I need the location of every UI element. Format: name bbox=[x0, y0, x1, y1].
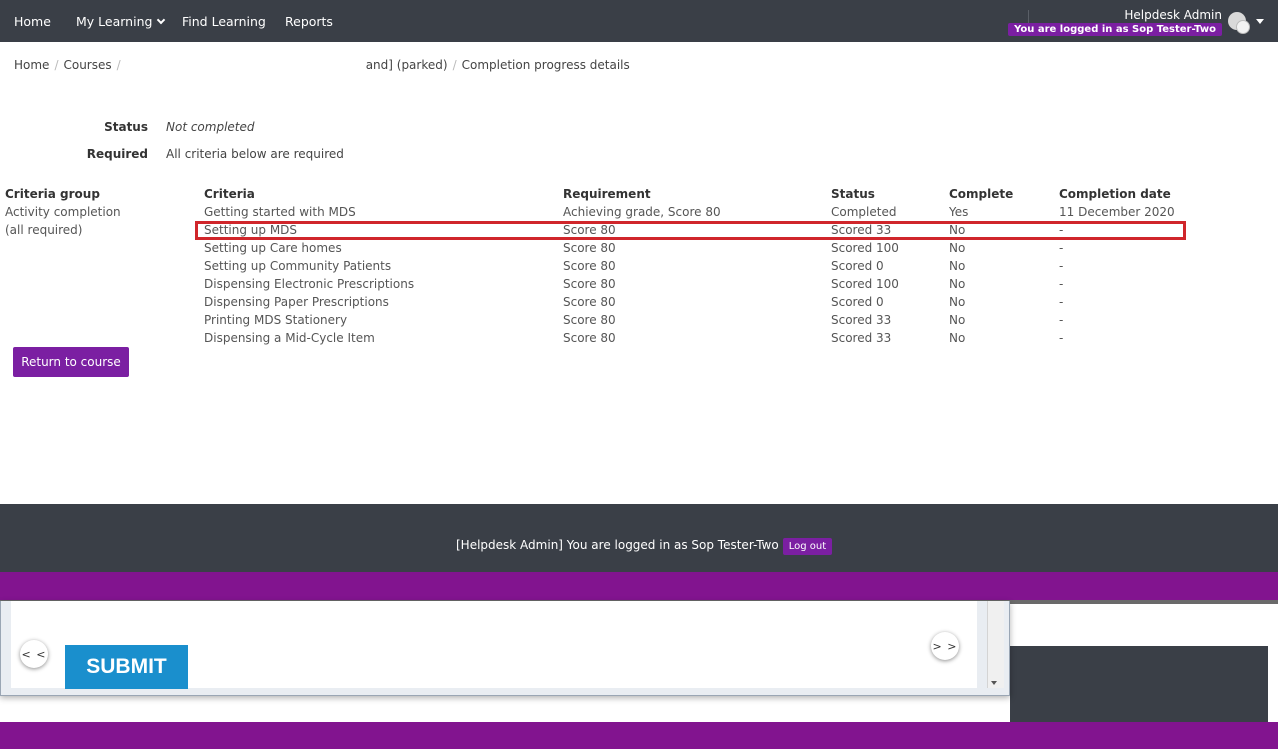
cell-criteria[interactable]: Setting up Care homes bbox=[204, 241, 342, 255]
cell-completion-date: 11 December 2020 bbox=[1059, 205, 1175, 219]
status-value: Not completed bbox=[166, 120, 255, 134]
header-criteria-group: Criteria group bbox=[5, 187, 100, 201]
cell-criteria[interactable]: Dispensing a Mid-Cycle Item bbox=[204, 331, 375, 345]
user-name[interactable]: Helpdesk Admin bbox=[1124, 8, 1222, 22]
chevron-down-icon bbox=[157, 15, 166, 25]
cell-requirement: Score 80 bbox=[563, 259, 616, 273]
cell-criteria[interactable]: Printing MDS Stationery bbox=[204, 313, 347, 327]
required-label: Required bbox=[86, 147, 148, 161]
cell-requirement: Score 80 bbox=[563, 277, 616, 291]
nav-my-learning[interactable]: My Learning bbox=[76, 14, 166, 29]
header-requirement: Requirement bbox=[563, 187, 651, 201]
caret-down-icon[interactable] bbox=[1256, 19, 1264, 24]
cell-status: Completed bbox=[831, 205, 897, 219]
cell-requirement: Score 80 bbox=[563, 295, 616, 309]
cell-completion-date: - bbox=[1059, 295, 1064, 309]
footer-text: [Helpdesk Admin] You are logged in as So… bbox=[456, 538, 779, 552]
cell-criteria[interactable]: Dispensing Electronic Prescriptions bbox=[204, 277, 414, 291]
cell-complete: No bbox=[949, 259, 966, 273]
cell-requirement: Score 80 bbox=[563, 241, 616, 255]
cell-complete: No bbox=[949, 331, 966, 345]
nav-home[interactable]: Home bbox=[14, 14, 51, 29]
scroll-down-arrow-icon[interactable] bbox=[991, 681, 997, 685]
header-criteria: Criteria bbox=[204, 187, 255, 201]
submit-button[interactable]: SUBMIT bbox=[65, 645, 188, 689]
cell-requirement: Score 80 bbox=[563, 331, 616, 345]
avatar[interactable] bbox=[1228, 12, 1250, 34]
cell-completion-date: - bbox=[1059, 241, 1064, 255]
criteria-group-name: Activity completion bbox=[5, 205, 121, 219]
breadcrumb-home[interactable]: Home bbox=[14, 58, 49, 72]
breadcrumb-separator: / bbox=[116, 58, 121, 72]
return-to-course-button[interactable]: Return to course bbox=[13, 347, 129, 377]
highlight-box bbox=[195, 221, 1186, 240]
background-footer-fragment bbox=[1010, 646, 1268, 722]
breadcrumb: Home / Courses / and] (parked) / Completion pr… bbox=[14, 58, 630, 72]
cell-completion-date: - bbox=[1059, 259, 1064, 273]
cell-complete: No bbox=[949, 277, 966, 291]
next-button[interactable]: > > bbox=[931, 632, 959, 660]
previous-button[interactable]: < < bbox=[20, 640, 48, 668]
cell-requirement: Score 80 bbox=[563, 313, 616, 327]
cell-complete: Yes bbox=[949, 205, 969, 219]
cell-criteria[interactable]: Setting up Community Patients bbox=[204, 259, 391, 273]
header-complete: Complete bbox=[949, 187, 1014, 201]
cell-status: Scored 33 bbox=[831, 331, 892, 345]
breadcrumb-separator: / bbox=[452, 58, 457, 72]
cell-status: Scored 0 bbox=[831, 295, 884, 309]
required-value: All criteria below are required bbox=[166, 147, 344, 161]
breadcrumb-current: Completion progress details bbox=[461, 58, 630, 72]
nav-my-learning-label: My Learning bbox=[76, 14, 153, 29]
status-label: Status bbox=[104, 120, 148, 134]
cell-complete: No bbox=[949, 295, 966, 309]
cell-criteria[interactable]: Dispensing Paper Prescriptions bbox=[204, 295, 389, 309]
cell-status: Scored 100 bbox=[831, 277, 899, 291]
logout-button[interactable]: Log out bbox=[782, 538, 833, 555]
top-navbar: Home My Learning Find Learning Reports H… bbox=[0, 0, 1278, 42]
header-status: Status bbox=[831, 187, 875, 201]
header-completion-date: Completion date bbox=[1059, 187, 1171, 201]
criteria-group-note: (all required) bbox=[5, 223, 83, 237]
cell-completion-date: - bbox=[1059, 331, 1064, 345]
purple-band-bottom bbox=[0, 722, 1278, 749]
footer-login-info: [Helpdesk Admin] You are logged in as So… bbox=[456, 538, 833, 555]
cell-criteria[interactable]: Getting started with MDS bbox=[204, 205, 356, 219]
cell-complete: No bbox=[949, 313, 966, 327]
nav-reports[interactable]: Reports bbox=[285, 14, 333, 29]
avatar-circle-secondary bbox=[1236, 20, 1250, 34]
vertical-scrollbar[interactable] bbox=[987, 601, 1004, 688]
cell-complete: No bbox=[949, 241, 966, 255]
cell-completion-date: - bbox=[1059, 277, 1064, 291]
cell-requirement: Achieving grade, Score 80 bbox=[563, 205, 721, 219]
page-footer: [Helpdesk Admin] You are logged in as So… bbox=[0, 504, 1278, 572]
cell-completion-date: - bbox=[1059, 313, 1064, 327]
nav-find-learning[interactable]: Find Learning bbox=[182, 14, 266, 29]
cell-status: Scored 100 bbox=[831, 241, 899, 255]
logged-in-as-badge: You are logged in as Sop Tester-Two bbox=[1008, 23, 1222, 36]
purple-band bbox=[0, 572, 1278, 602]
cell-status: Scored 0 bbox=[831, 259, 884, 273]
breadcrumb-course[interactable]: and] (parked) bbox=[366, 58, 448, 72]
breadcrumb-courses[interactable]: Courses bbox=[63, 58, 111, 72]
cell-status: Scored 33 bbox=[831, 313, 892, 327]
breadcrumb-separator: / bbox=[54, 58, 59, 72]
